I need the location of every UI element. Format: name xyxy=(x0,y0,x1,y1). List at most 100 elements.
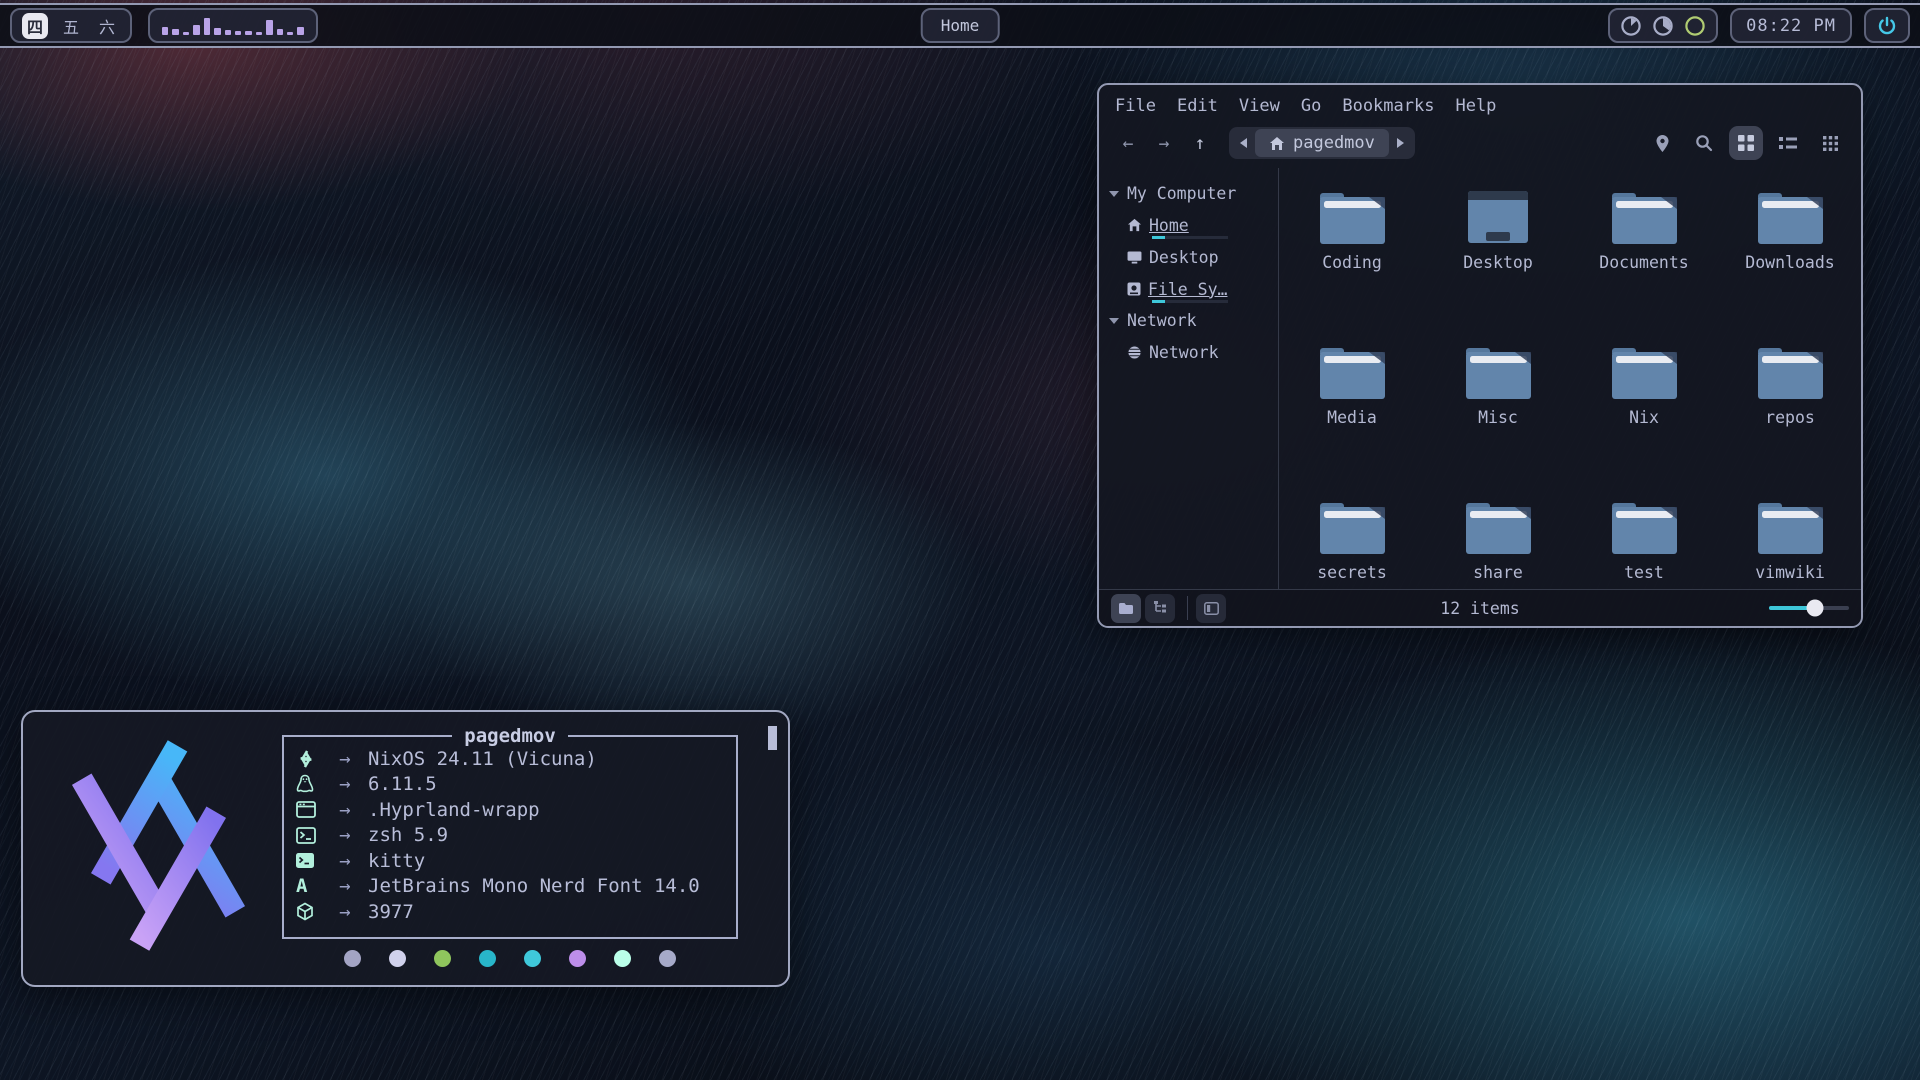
list-view-button[interactable] xyxy=(1771,126,1805,160)
status-bar: 12 items xyxy=(1099,589,1861,626)
fastfetch-titlebar: pagedmov xyxy=(282,724,738,748)
folder-icon xyxy=(1461,498,1535,556)
shell-icon xyxy=(296,827,322,844)
menu-item-file[interactable]: File xyxy=(1115,96,1156,116)
globe-icon xyxy=(1127,345,1142,360)
memory-usage-circle-icon xyxy=(1652,15,1674,37)
path-tab-home[interactable]: pagedmov xyxy=(1255,129,1389,157)
folder-item[interactable]: Desktop xyxy=(1428,188,1568,343)
folder-label: Nix xyxy=(1629,408,1659,427)
sidebar-item-network[interactable]: Network xyxy=(1109,336,1278,368)
terminal-cursor xyxy=(768,726,777,750)
sidebar-item-file-system[interactable]: File Sy… xyxy=(1109,273,1278,305)
menu-item-help[interactable]: Help xyxy=(1455,96,1496,116)
zoom-slider[interactable] xyxy=(1769,606,1849,610)
sidebar-section-network[interactable]: Network xyxy=(1109,305,1278,336)
toggle-sidebar-button[interactable] xyxy=(1196,594,1226,623)
toolbar-view-icons xyxy=(1645,126,1847,160)
compact-view-button[interactable] xyxy=(1813,126,1847,160)
folder-icon xyxy=(1607,188,1681,246)
folder-label: Misc xyxy=(1478,408,1518,427)
folder-icon xyxy=(1753,498,1827,556)
folder-label: Media xyxy=(1327,408,1377,427)
menu-item-go[interactable]: Go xyxy=(1301,96,1321,116)
visualizer-bar xyxy=(193,25,199,35)
palette-dot xyxy=(389,950,406,967)
folder-item[interactable]: repos xyxy=(1720,343,1860,498)
back-button[interactable]: ← xyxy=(1113,129,1143,157)
top-bar-right: 08:22 PM xyxy=(1608,8,1910,43)
packages-value: 3977 xyxy=(368,901,414,923)
sidebar-item-home[interactable]: Home xyxy=(1109,209,1278,241)
disk-usage-circle-icon xyxy=(1620,15,1642,37)
folder-view-button[interactable] xyxy=(1111,594,1141,623)
fetch-row-packages: → 3977 xyxy=(296,899,736,925)
folder-item[interactable]: Nix xyxy=(1574,343,1714,498)
zoom-slider-handle[interactable] xyxy=(1807,600,1824,617)
fetch-row-shell: → zsh 5.9 xyxy=(296,823,736,849)
visualizer-bar xyxy=(204,18,210,35)
workspace-item[interactable]: 五 xyxy=(58,13,84,39)
path-scroll-left-icon[interactable] xyxy=(1231,129,1255,157)
fetch-row-kernel: → 6.11.5 xyxy=(296,772,736,798)
system-indicators[interactable] xyxy=(1608,8,1718,43)
kernel-value: 6.11.5 xyxy=(368,773,437,795)
terminal-icon xyxy=(296,853,322,868)
visualizer-bar xyxy=(266,20,272,35)
folder-icon xyxy=(1461,343,1535,401)
font-icon: A xyxy=(296,875,322,897)
folder-label: vimwiki xyxy=(1755,563,1825,582)
folder-icon xyxy=(1607,343,1681,401)
sidebar-item-desktop[interactable]: Desktop xyxy=(1109,241,1278,273)
fastfetch-output: pagedmov → NixOS 24.11 (Vicuna) → 6.11.5 xyxy=(276,712,788,985)
active-window-title: Home xyxy=(941,16,980,35)
sidebar-item-label: Home xyxy=(1149,216,1189,235)
clock[interactable]: 08:22 PM xyxy=(1730,8,1852,43)
top-bar-left: 四五六 xyxy=(10,8,318,43)
visualizer-bar xyxy=(245,31,251,35)
workspace-item[interactable]: 四 xyxy=(22,13,48,39)
arrow-icon: → xyxy=(322,875,368,897)
folder-item[interactable]: Media xyxy=(1282,343,1422,498)
fetch-row-font: A → JetBrains Mono Nerd Font 14.0 xyxy=(296,874,736,900)
menu-item-edit[interactable]: Edit xyxy=(1177,96,1218,116)
up-button[interactable]: ↑ xyxy=(1185,129,1215,157)
sidebar-section-label: My Computer xyxy=(1127,184,1236,203)
arrow-icon: → xyxy=(322,773,368,795)
grid-view-button[interactable] xyxy=(1729,126,1763,160)
folder-item[interactable]: Coding xyxy=(1282,188,1422,343)
sidebar-item-label: Desktop xyxy=(1149,248,1219,267)
arrow-icon: → xyxy=(322,799,368,821)
fetch-row-terminal: → kitty xyxy=(296,848,736,874)
palette-dot xyxy=(434,950,451,967)
disk-usage-bar xyxy=(1152,236,1228,239)
home-icon xyxy=(1127,218,1142,232)
power-button[interactable] xyxy=(1864,8,1910,43)
forward-button[interactable]: → xyxy=(1149,129,1179,157)
folder-icon xyxy=(1315,343,1389,401)
path-scroll-right-icon[interactable] xyxy=(1389,129,1413,157)
sidebar-section-my-computer[interactable]: My Computer xyxy=(1109,178,1278,209)
arrow-icon: → xyxy=(322,748,368,770)
folder-item[interactable]: Downloads xyxy=(1720,188,1860,343)
active-window-label[interactable]: Home xyxy=(921,8,1000,43)
tux-penguin-icon xyxy=(296,774,322,794)
menu-item-view[interactable]: View xyxy=(1239,96,1280,116)
location-pin-icon[interactable] xyxy=(1645,126,1679,160)
tree-view-button[interactable] xyxy=(1145,594,1175,623)
chevron-down-icon xyxy=(1109,318,1119,324)
folder-item[interactable]: Misc xyxy=(1428,343,1568,498)
folder-label: share xyxy=(1473,563,1523,582)
folder-label: repos xyxy=(1765,408,1815,427)
folder-icon xyxy=(1753,188,1827,246)
chevron-down-icon xyxy=(1109,191,1119,197)
terminal-window: pagedmov → NixOS 24.11 (Vicuna) → 6.11.5 xyxy=(21,710,790,987)
menu-item-bookmarks[interactable]: Bookmarks xyxy=(1342,96,1434,116)
statusbar-separator xyxy=(1187,596,1188,620)
workspace-item[interactable]: 六 xyxy=(94,13,120,39)
search-icon[interactable] xyxy=(1687,126,1721,160)
sidebar-item-label: Network xyxy=(1149,343,1219,362)
arrow-icon: → xyxy=(322,824,368,846)
folder-label: Coding xyxy=(1322,253,1382,272)
folder-item[interactable]: Documents xyxy=(1574,188,1714,343)
